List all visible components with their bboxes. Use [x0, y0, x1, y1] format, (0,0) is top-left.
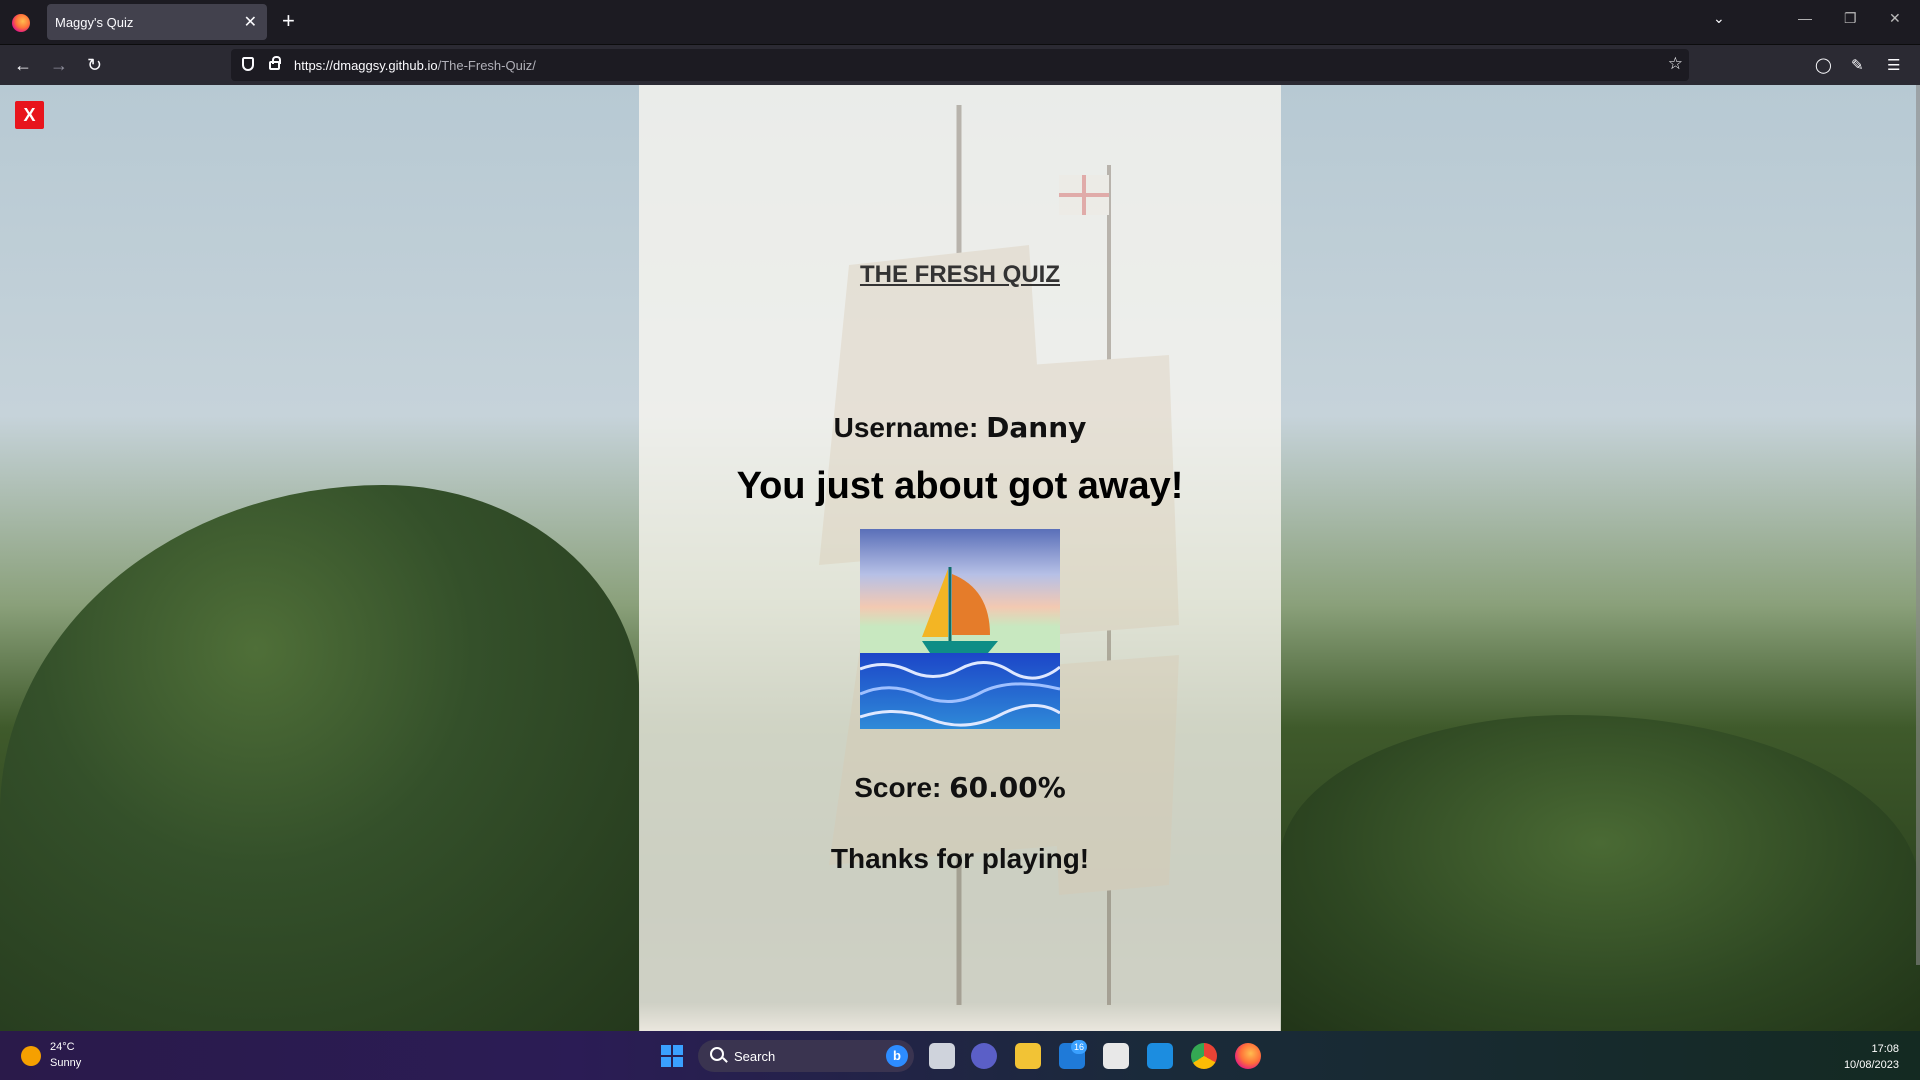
- background-trees-right: [1280, 715, 1920, 1031]
- firefox-logo-icon[interactable]: [12, 14, 30, 32]
- forward-arrow-icon[interactable]: →: [50, 55, 68, 76]
- bing-icon[interactable]: b: [886, 1045, 908, 1067]
- clock-time: 17:08: [1871, 1043, 1899, 1055]
- score-line: Score: 60.00%: [639, 771, 1281, 804]
- username-label: Username:: [833, 412, 979, 443]
- page-scrollbar[interactable]: [1916, 85, 1920, 965]
- search-icon: [710, 1047, 724, 1061]
- background-trees-left: [0, 485, 640, 1031]
- thanks-message: Thanks for playing!: [830, 843, 1090, 874]
- windows-taskbar: 24°C Sunny Search b 16 17:08 10/08/2023: [0, 1031, 1920, 1080]
- weather-sun-icon[interactable]: [21, 1046, 41, 1066]
- quiz-panel: THE FRESH QUIZ Username: Danny You just …: [639, 85, 1281, 1031]
- snipping-tool-icon[interactable]: [1103, 1043, 1129, 1069]
- tab-bar: Maggy's Quiz ✕ + ⌄ — ❐ ✕: [0, 0, 1920, 44]
- new-tab-button[interactable]: +: [282, 8, 295, 34]
- quiz-title: THE FRESH QUIZ: [859, 261, 1060, 288]
- username-line: Username: Danny: [639, 411, 1281, 444]
- task-view-icon[interactable]: [929, 1043, 955, 1069]
- list-tabs-icon[interactable]: ⌄: [1713, 10, 1725, 27]
- result-message: You just about got away!: [736, 465, 1184, 507]
- restore-icon[interactable]: ❐: [1844, 10, 1857, 27]
- url-host: https://dmaggsy.github.io: [294, 58, 438, 73]
- sailboat-image: [860, 529, 1060, 729]
- windows-start-icon[interactable]: [661, 1045, 683, 1067]
- tracking-shield-icon[interactable]: [242, 57, 254, 71]
- tab-title: Maggy's Quiz: [55, 15, 134, 30]
- menu-hamburger-icon[interactable]: ☰: [1887, 56, 1900, 74]
- search-label: Search: [734, 1049, 776, 1064]
- taskbar-search-box[interactable]: Search b: [698, 1040, 914, 1072]
- minimize-icon[interactable]: —: [1798, 10, 1812, 26]
- mail-badge: 16: [1071, 1040, 1087, 1054]
- weather-condition[interactable]: Sunny: [50, 1057, 81, 1069]
- url-text[interactable]: https://dmaggsy.github.io/The-Fresh-Quiz…: [294, 58, 536, 73]
- clock-date: 10/08/2023: [1843, 1059, 1899, 1071]
- reload-icon[interactable]: ↻: [87, 55, 102, 76]
- back-arrow-icon[interactable]: ←: [14, 55, 32, 76]
- score-value: 60.00%: [949, 771, 1066, 804]
- chrome-icon[interactable]: [1191, 1043, 1217, 1069]
- pocket-icon[interactable]: ◯: [1815, 56, 1832, 74]
- extensions-icon[interactable]: ✎: [1851, 56, 1864, 74]
- system-clock[interactable]: 17:08 10/08/2023: [1844, 1041, 1899, 1073]
- address-bar[interactable]: https://dmaggsy.github.io/The-Fresh-Quiz…: [231, 49, 1689, 81]
- vscode-icon[interactable]: [1147, 1043, 1173, 1069]
- file-explorer-icon[interactable]: [1015, 1043, 1041, 1069]
- bookmark-star-icon[interactable]: ☆: [1668, 54, 1683, 74]
- firefox-taskbar-icon[interactable]: [1235, 1043, 1261, 1069]
- weather-temperature[interactable]: 24°C: [50, 1041, 75, 1053]
- close-quiz-button[interactable]: X: [15, 101, 44, 129]
- url-path: /The-Fresh-Quiz/: [437, 58, 536, 73]
- username-value: Danny: [986, 411, 1087, 444]
- tab-active[interactable]: Maggy's Quiz ✕: [47, 4, 267, 40]
- page-viewport: X THE FRESH QUIZ Username: Danny You jus…: [0, 85, 1920, 1031]
- navigation-bar: ← → ↻ https://dmaggsy.github.io/The-Fres…: [0, 44, 1920, 86]
- tab-close-icon[interactable]: ✕: [244, 12, 257, 32]
- window-close-icon[interactable]: ✕: [1889, 10, 1901, 27]
- lock-icon[interactable]: [269, 56, 281, 70]
- chat-icon[interactable]: [971, 1043, 997, 1069]
- score-label: Score:: [854, 772, 942, 803]
